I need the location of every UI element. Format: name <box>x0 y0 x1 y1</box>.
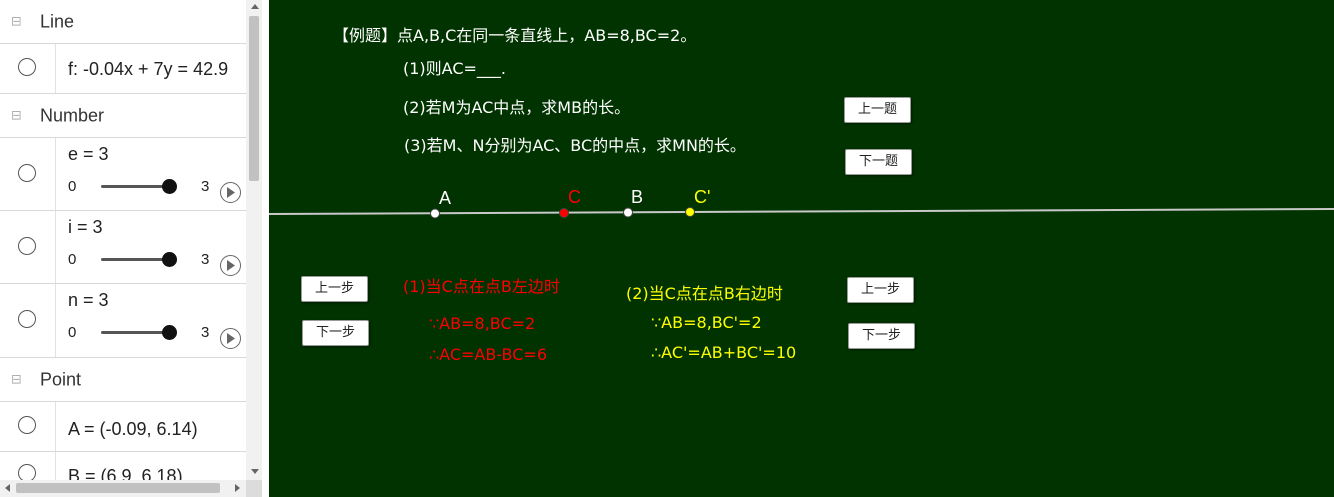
visibility-toggle[interactable] <box>18 164 36 182</box>
point-c[interactable] <box>559 208 569 218</box>
slider-thumb[interactable] <box>162 325 177 340</box>
scroll-right-icon[interactable] <box>235 484 240 492</box>
scrollbar-thumb[interactable] <box>16 483 220 493</box>
vertical-scrollbar[interactable] <box>246 0 262 480</box>
prev-step-button-left[interactable]: 上一步 <box>301 276 368 302</box>
number-i-label[interactable]: i = 3 <box>68 217 103 238</box>
visibility-toggle[interactable] <box>18 237 36 255</box>
collapse-icon[interactable]: ⊟ <box>11 373 22 386</box>
point-c-prime[interactable] <box>685 207 695 217</box>
algebra-item-number-i[interactable]: i = 3 0 3 <box>0 211 246 284</box>
question-2: (2)若M为AC中点，求MB的长。 <box>403 98 631 117</box>
algebra-item-line-f[interactable]: f: -0.04x + 7y = 42.9 <box>0 44 246 94</box>
question-3: (3)若M、N分别为AC、BC的中点，求MN的长。 <box>404 136 746 155</box>
horizontal-scrollbar[interactable] <box>0 480 246 497</box>
visibility-cell <box>0 211 56 283</box>
algebra-item-number-n[interactable]: n = 3 0 3 <box>0 284 246 358</box>
case-1-title: (1)当C点在点B左边时 <box>403 277 560 296</box>
point-b[interactable] <box>623 207 633 218</box>
play-icon[interactable] <box>220 182 241 203</box>
visibility-toggle[interactable] <box>18 416 36 434</box>
scroll-up-icon[interactable] <box>251 4 259 9</box>
point-a-definition[interactable]: A = (-0.09, 6.14) <box>68 419 198 440</box>
slider-thumb[interactable] <box>162 252 177 267</box>
label-c-prime: C' <box>694 187 711 207</box>
scrollbar-corner <box>246 480 262 497</box>
group-header-point[interactable]: ⊟ Point <box>0 358 246 402</box>
line-f[interactable] <box>269 208 1334 215</box>
play-icon[interactable] <box>220 328 241 349</box>
point-a[interactable] <box>430 208 440 219</box>
slider-min: 0 <box>68 178 77 195</box>
slider-max: 3 <box>201 178 210 195</box>
visibility-cell <box>0 138 56 210</box>
label-a: A <box>439 188 452 208</box>
scroll-down-icon[interactable] <box>251 469 259 474</box>
collapse-icon[interactable]: ⊟ <box>11 109 22 122</box>
case-1-line-1: ∵AB=8,BC=2 <box>429 314 536 333</box>
case-2-line-1: ∵AB=8,BC'=2 <box>651 313 762 332</box>
next-problem-button[interactable]: 下一题 <box>845 149 912 175</box>
graphics-board[interactable]: A C B C' 【例题】点A,B,C在同一条直线上，AB=8,BC=2。 (1… <box>269 0 1334 497</box>
number-e-label[interactable]: e = 3 <box>68 144 109 165</box>
case-1-line-2: ∴AC=AB-BC=6 <box>429 345 547 364</box>
slider-min: 0 <box>68 324 77 341</box>
slider-thumb[interactable] <box>162 179 177 194</box>
slider-min: 0 <box>68 251 77 268</box>
problem-statement: 【例题】点A,B,C在同一条直线上，AB=8,BC=2。 <box>333 26 697 45</box>
next-step-button-left[interactable]: 下一步 <box>302 320 369 346</box>
algebra-view: ⊟ Line f: -0.04x + 7y = 42.9 ⊟ Number e … <box>0 0 262 497</box>
label-c: C <box>568 187 581 207</box>
prev-step-button-right[interactable]: 上一步 <box>847 277 914 303</box>
next-step-button-right[interactable]: 下一步 <box>848 323 915 349</box>
algebra-item-number-e[interactable]: e = 3 0 3 <box>0 138 246 211</box>
visibility-toggle[interactable] <box>18 310 36 328</box>
algebra-item-point-a[interactable]: A = (-0.09, 6.14) <box>0 402 246 452</box>
visibility-cell <box>0 402 56 451</box>
slider-max: 3 <box>201 251 210 268</box>
group-title: Line <box>40 11 75 31</box>
group-title: Point <box>40 369 82 389</box>
visibility-cell <box>0 44 56 93</box>
line-f-definition[interactable]: f: -0.04x + 7y = 42.9 <box>68 59 228 80</box>
collapse-icon[interactable]: ⊟ <box>11 15 22 28</box>
label-b: B <box>631 187 644 207</box>
play-icon[interactable] <box>220 255 241 276</box>
prev-problem-button[interactable]: 上一题 <box>844 97 911 123</box>
group-header-number[interactable]: ⊟ Number <box>0 94 246 138</box>
scrollbar-thumb[interactable] <box>249 16 259 181</box>
case-2-title: (2)当C点在点B右边时 <box>626 284 783 303</box>
visibility-cell <box>0 284 56 357</box>
question-1: (1)则AC=___. <box>403 59 506 78</box>
visibility-toggle[interactable] <box>18 58 36 76</box>
case-2-line-2: ∴AC'=AB+BC'=10 <box>651 343 797 362</box>
number-n-label[interactable]: n = 3 <box>68 290 109 311</box>
group-title: Number <box>40 105 105 125</box>
group-header-line[interactable]: ⊟ Line <box>0 0 246 44</box>
slider-max: 3 <box>201 324 210 341</box>
scroll-left-icon[interactable] <box>5 484 10 492</box>
